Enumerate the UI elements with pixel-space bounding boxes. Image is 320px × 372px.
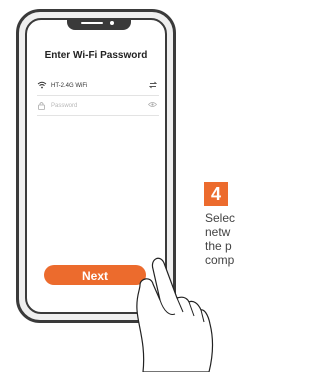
password-divider: [37, 115, 159, 116]
lock-icon: [37, 101, 46, 112]
step-number-badge: 4: [204, 182, 228, 206]
password-input[interactable]: Password: [51, 103, 77, 109]
front-camera: [110, 21, 114, 25]
dialog-title: Enter Wi-Fi Password: [44, 50, 148, 61]
speaker-grille: [81, 22, 103, 24]
eye-icon[interactable]: [148, 101, 157, 110]
wifi-row-divider: [37, 95, 159, 96]
wifi-network-name: HT-2.4G WiFi: [51, 83, 88, 89]
wifi-network-row[interactable]: HT-2.4G WiFi: [37, 80, 158, 94]
caption-line: comp: [205, 253, 235, 267]
caption-line: the p: [205, 239, 232, 253]
step-caption: Selec netw the p comp: [205, 211, 243, 267]
next-button[interactable]: Next: [44, 265, 146, 285]
password-field[interactable]: Password: [37, 100, 157, 114]
caption-line: netw: [205, 225, 231, 239]
caption-line: Selec: [205, 211, 236, 225]
switch-network-icon[interactable]: [148, 81, 158, 91]
wifi-icon: [37, 81, 47, 91]
phone-notch: [67, 20, 131, 30]
instruction-scene: Enter Wi-Fi Password HT-2.4G WiFi Passwo…: [0, 0, 243, 372]
